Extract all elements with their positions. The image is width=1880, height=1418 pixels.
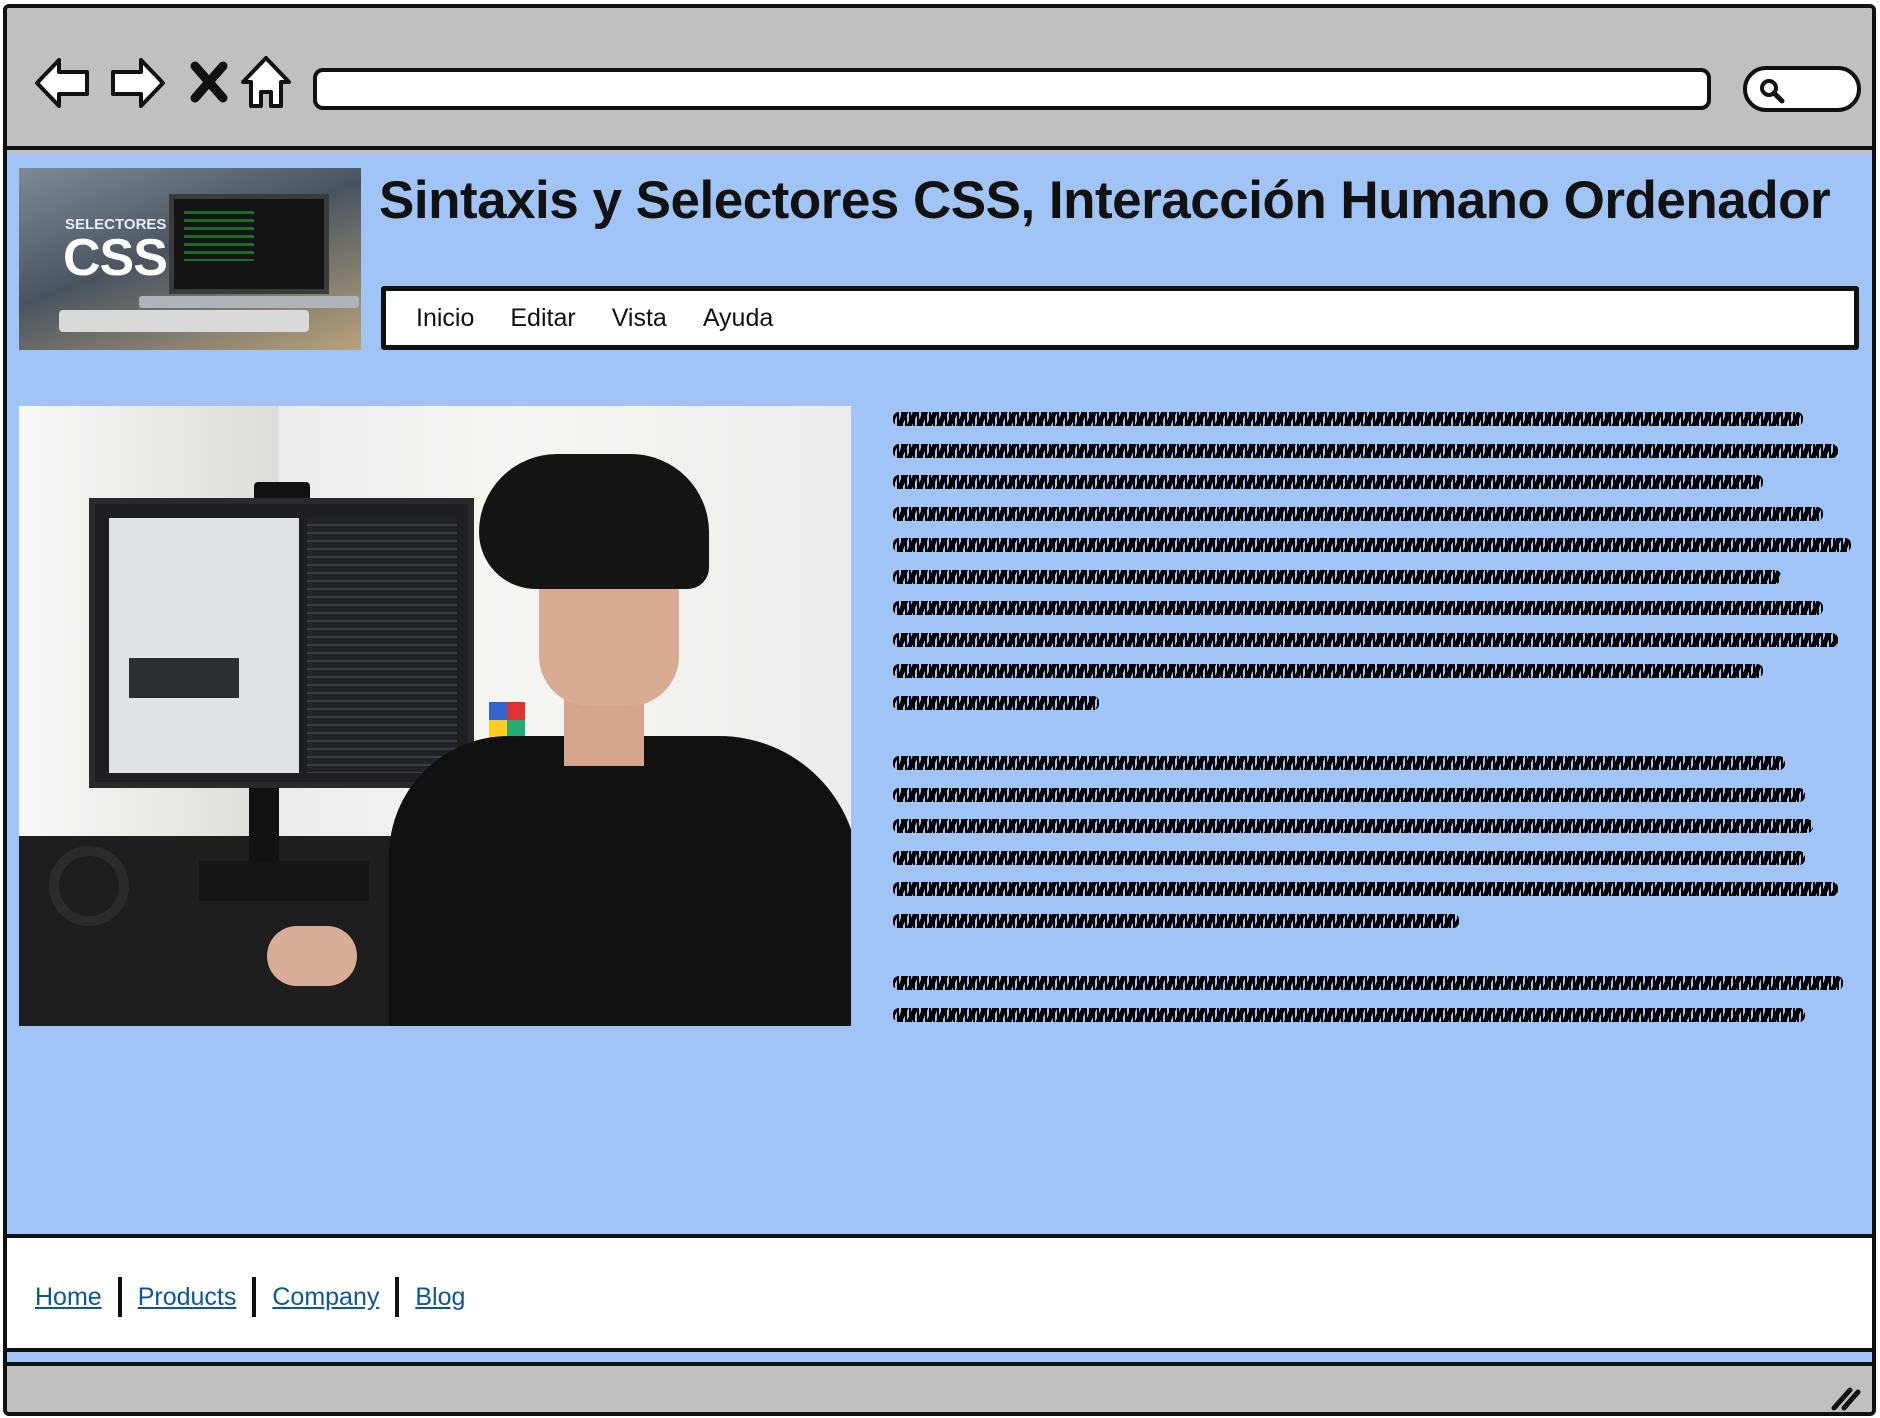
scribbled-text-line xyxy=(893,601,1823,615)
resize-grip-icon[interactable] xyxy=(1828,1382,1862,1412)
scribbled-text-line xyxy=(893,506,1823,521)
scribbled-text-line xyxy=(893,850,1805,865)
menu-item-editar[interactable]: Editar xyxy=(510,304,575,333)
url-bar[interactable] xyxy=(313,68,1711,110)
scribbled-text-line xyxy=(893,1007,1805,1022)
menu-item-ayuda[interactable]: Ayuda xyxy=(703,304,773,333)
scribbled-text-line xyxy=(893,819,1813,833)
photo-screen-code xyxy=(307,518,457,773)
scribbled-text-line xyxy=(893,664,1763,678)
footer-link-products[interactable]: Products xyxy=(138,1283,237,1312)
scribbled-text-line xyxy=(893,475,1763,489)
text-paragraph-3 xyxy=(893,976,1853,1039)
scribbled-text-line xyxy=(893,443,1838,458)
photo-person-cap xyxy=(479,454,709,589)
photo-headphones xyxy=(49,846,129,926)
status-bar xyxy=(7,1370,1872,1412)
page-title: Sintaxis y Selectores CSS, Interacción H… xyxy=(379,171,1831,230)
scribbled-text-line xyxy=(893,412,1803,426)
footer-separator xyxy=(395,1277,400,1317)
forward-arrow-icon[interactable] xyxy=(107,52,167,114)
menu-item-vista[interactable]: Vista xyxy=(612,304,667,333)
footer-separator xyxy=(252,1277,257,1317)
footer-separator xyxy=(117,1277,122,1317)
logo-laptop-graphic xyxy=(169,194,329,294)
scribbled-text-line xyxy=(893,695,1099,710)
text-paragraph-1 xyxy=(893,412,1853,727)
back-arrow-icon[interactable] xyxy=(33,52,93,114)
page-content: SELECTORES CSS Sintaxis y Selectores CSS… xyxy=(7,154,1872,1240)
footer-link-company[interactable]: Company xyxy=(272,1283,379,1312)
scribbled-text-line xyxy=(893,882,1838,896)
menu-item-inicio[interactable]: Inicio xyxy=(416,304,474,333)
menu-bar: Inicio Editar Vista Ayuda xyxy=(381,286,1859,350)
logo-keyboard-graphic xyxy=(59,310,309,332)
scribbled-text-line xyxy=(893,538,1851,552)
photo-monitor-base xyxy=(199,861,369,901)
main-image xyxy=(19,406,851,1026)
photo-monitor-stand xyxy=(249,788,279,868)
scribbled-text-line xyxy=(893,756,1785,770)
scribbled-text-line xyxy=(893,913,1459,928)
browser-toolbar xyxy=(7,8,1872,150)
home-icon[interactable] xyxy=(239,52,293,114)
text-paragraph-2 xyxy=(893,756,1853,945)
logo-laptop-base xyxy=(139,296,359,308)
scribbled-text-line xyxy=(893,632,1838,647)
footer: Home Products Company Blog xyxy=(7,1234,1872,1352)
scribbled-text-line xyxy=(893,976,1843,990)
browser-search-box[interactable] xyxy=(1743,66,1861,112)
photo-monitor xyxy=(89,498,474,788)
site-logo[interactable]: SELECTORES CSS xyxy=(19,168,361,350)
scribbled-text-line xyxy=(893,569,1781,584)
page-bottom-strip xyxy=(7,1352,1872,1366)
close-icon[interactable] xyxy=(187,52,231,114)
footer-link-blog[interactable]: Blog xyxy=(415,1283,465,1312)
photo-rubiks-cube xyxy=(489,702,525,738)
search-icon xyxy=(1757,76,1787,106)
photo-person-hand xyxy=(267,926,357,986)
photo-person-body xyxy=(389,736,851,1026)
scribbled-text-line xyxy=(893,787,1805,802)
footer-link-home[interactable]: Home xyxy=(35,1283,102,1312)
browser-window: SELECTORES CSS Sintaxis y Selectores CSS… xyxy=(3,4,1876,1416)
photo-screen-document xyxy=(109,518,299,773)
logo-title: CSS xyxy=(63,229,168,287)
